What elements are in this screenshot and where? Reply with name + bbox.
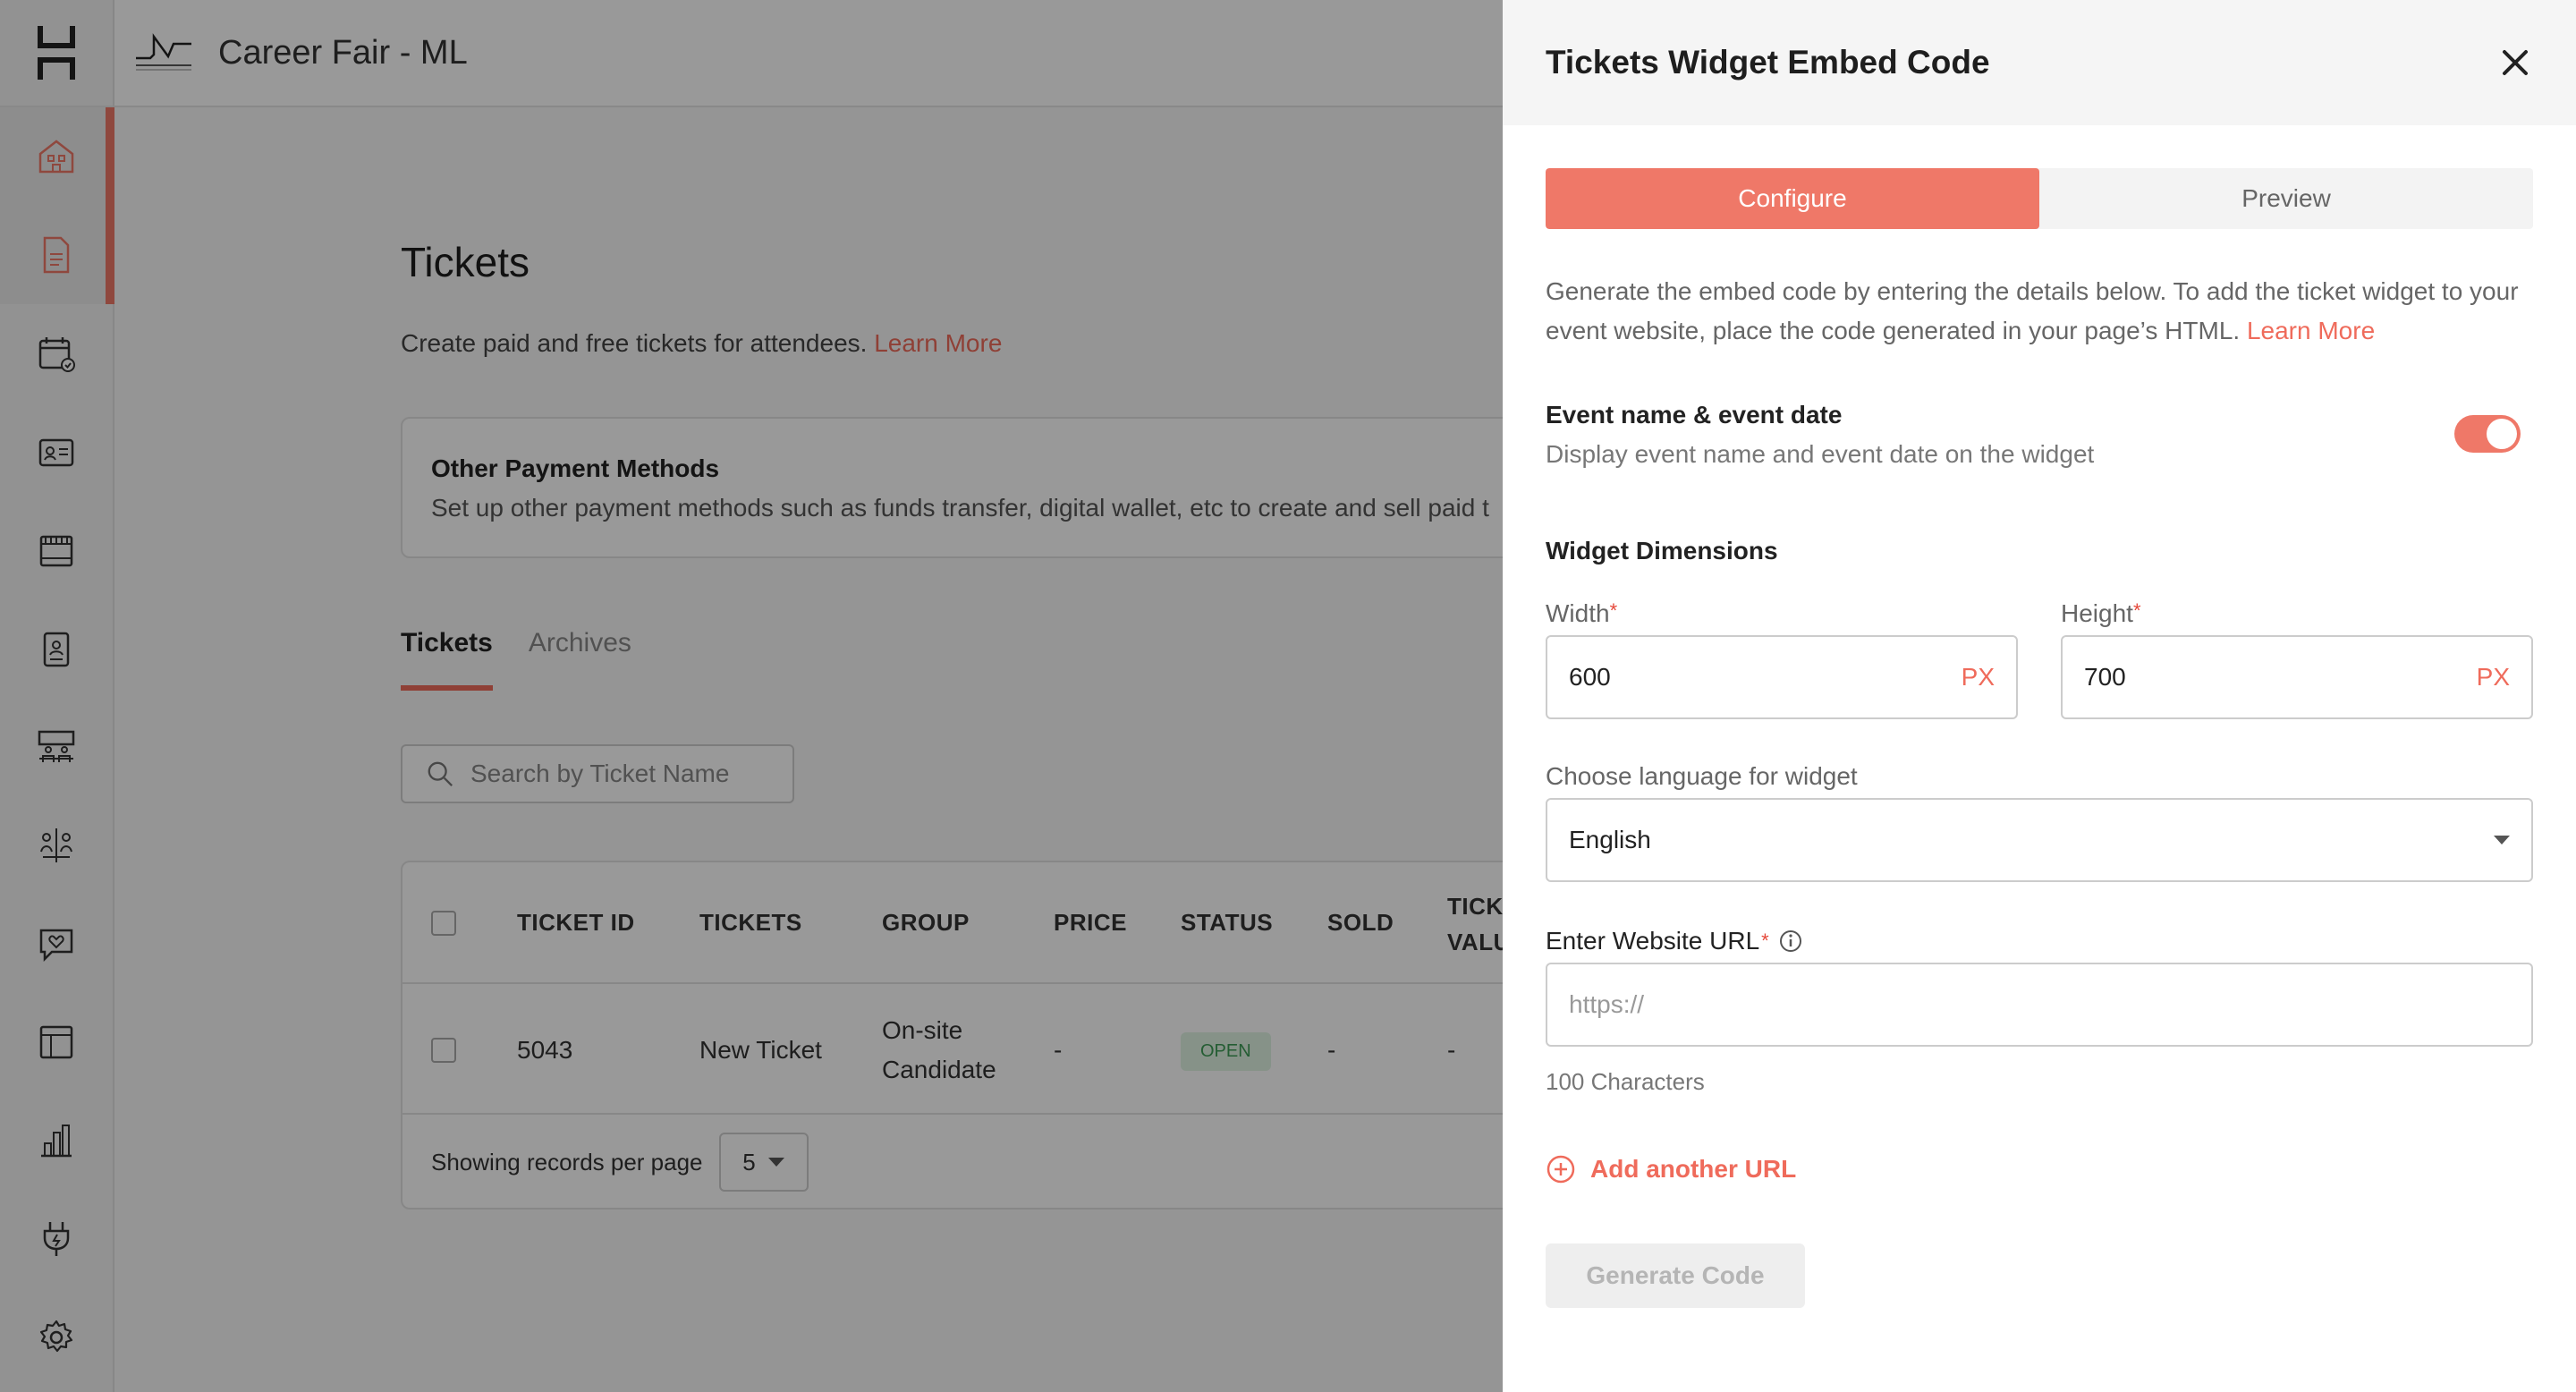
language-label: Choose language for widget (1546, 762, 1858, 790)
url-label-text: Enter Website URL (1546, 927, 1760, 955)
language-select[interactable]: English (1546, 798, 2533, 882)
dimensions-heading: Widget Dimensions (1546, 537, 1778, 564)
website-url-input[interactable] (1569, 990, 2510, 1019)
event-toggle-label: Event name & event date (1546, 401, 1843, 429)
url-label: Enter Website URL * (1546, 927, 1803, 955)
drawer-description: Generate the embed code by entering the … (1546, 272, 2533, 351)
chevron-down-icon (2494, 836, 2510, 845)
height-field[interactable]: 700 PX (2061, 635, 2533, 719)
height-label-text: Height (2061, 599, 2133, 627)
drawer-learn-more-link[interactable]: Learn More (2247, 317, 2375, 344)
tab-preview[interactable]: Preview (2039, 168, 2533, 229)
website-url-field[interactable] (1546, 963, 2533, 1047)
event-toggle-sub: Display event name and event date on the… (1546, 440, 2095, 468)
url-char-limit: 100 Characters (1546, 1068, 1705, 1095)
width-field[interactable]: 600 PX (1546, 635, 2018, 719)
event-name-date-toggle[interactable] (2454, 415, 2521, 453)
width-value: 600 (1569, 663, 1611, 691)
add-another-url-button[interactable]: Add another URL (1546, 1154, 1796, 1184)
required-mark: * (2132, 599, 2141, 622)
drawer-title: Tickets Widget Embed Code (1546, 44, 1990, 81)
language-value: English (1569, 826, 1651, 853)
height-unit: PX (2476, 663, 2510, 691)
width-unit: PX (1961, 663, 1995, 691)
close-icon[interactable] (2497, 45, 2533, 81)
height-value: 700 (2084, 663, 2126, 691)
modal-backdrop[interactable] (0, 0, 1503, 1392)
plus-circle-icon (1546, 1155, 1575, 1184)
required-mark: * (1761, 929, 1769, 952)
width-label-text: Width (1546, 599, 1610, 627)
width-label: Width* (1546, 599, 1617, 628)
info-icon[interactable] (1778, 929, 1803, 954)
drawer-header: Tickets Widget Embed Code (1503, 0, 2576, 125)
drawer-tabs: Configure Preview (1546, 168, 2533, 229)
generate-code-button[interactable]: Generate Code (1546, 1243, 1805, 1308)
required-mark: * (1609, 599, 1618, 622)
add-url-label: Add another URL (1590, 1155, 1797, 1183)
tab-configure[interactable]: Configure (1546, 168, 2039, 229)
embed-code-drawer: Tickets Widget Embed Code Configure Prev… (1503, 0, 2576, 1392)
height-label: Height* (2061, 599, 2141, 628)
